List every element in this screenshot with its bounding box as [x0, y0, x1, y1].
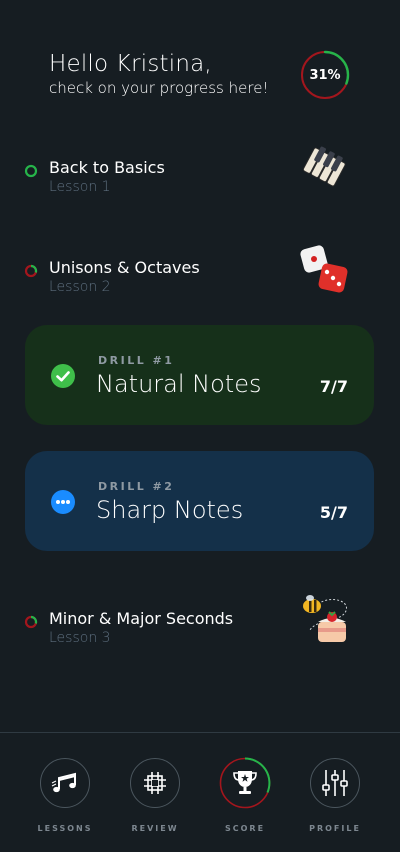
grid-icon: [144, 772, 166, 794]
overall-progress-ring[interactable]: 31%: [300, 50, 350, 100]
nav-profile-button[interactable]: [310, 758, 360, 808]
lesson-subtitle: Lesson 1: [49, 179, 111, 195]
nav-label: REVIEW: [131, 824, 179, 833]
lesson-item-minor-major-seconds[interactable]: Minor & Major Seconds Lesson 3: [24, 595, 364, 666]
check-circle-icon: [51, 364, 75, 388]
lesson-subtitle: Lesson 2: [49, 279, 111, 295]
greeting: Hello Kristina,: [49, 51, 212, 77]
lesson-status-progress-icon: [24, 264, 38, 278]
nav-profile[interactable]: PROFILE: [300, 758, 370, 833]
nav-score[interactable]: SCORE: [210, 757, 280, 833]
lesson-item-unisons-octaves[interactable]: Unisons & Octaves Lesson 2: [24, 245, 364, 315]
drill-name: Natural Notes: [96, 370, 262, 398]
nav-label: SCORE: [224, 824, 266, 833]
nav-label: PROFILE: [309, 824, 361, 833]
drill-name: Sharp Notes: [96, 496, 244, 524]
bee-cake-icon: [303, 595, 347, 642]
lesson-status-complete-icon: [24, 164, 38, 178]
nav-lessons[interactable]: LESSONS: [30, 758, 100, 833]
drill-count: 5/7: [319, 503, 348, 522]
drill-card-natural-notes[interactable]: DRILL #1 Natural Notes 7/7: [25, 325, 374, 425]
drill-label: DRILL #1: [98, 354, 175, 367]
more-dots-icon: [51, 490, 75, 514]
greeting-subtitle: check on your progress here!: [49, 79, 269, 97]
nav-review-button[interactable]: [130, 758, 180, 808]
lesson-status-progress-icon: [24, 615, 38, 629]
piano-keys-icon: [302, 146, 346, 187]
music-notes-icon: [51, 772, 76, 793]
sliders-icon: [322, 770, 348, 796]
nav-review[interactable]: REVIEW: [120, 758, 190, 833]
dice-icon: [300, 245, 348, 293]
lesson-item-back-to-basics[interactable]: Back to Basics Lesson 1: [24, 146, 364, 215]
lesson-title: Unisons & Octaves: [49, 258, 200, 277]
lesson-subtitle: Lesson 3: [49, 630, 111, 646]
lesson-title: Back to Basics: [49, 158, 165, 177]
lesson-title: Minor & Major Seconds: [49, 609, 234, 628]
nav-score-button[interactable]: [219, 757, 271, 809]
drill-card-sharp-notes[interactable]: DRILL #2 Sharp Notes 5/7: [25, 451, 374, 551]
header: Hello Kristina, check on your progress h…: [49, 51, 268, 97]
drill-label: DRILL #2: [98, 480, 175, 493]
drill-count: 7/7: [319, 377, 348, 396]
trophy-icon: [233, 771, 257, 794]
nav-lessons-button[interactable]: [40, 758, 90, 808]
bottom-nav: LESSONS REVIEW SCORE PROFILE: [0, 732, 400, 852]
nav-label: LESSONS: [37, 824, 93, 833]
progress-percent: 31%: [309, 67, 341, 83]
